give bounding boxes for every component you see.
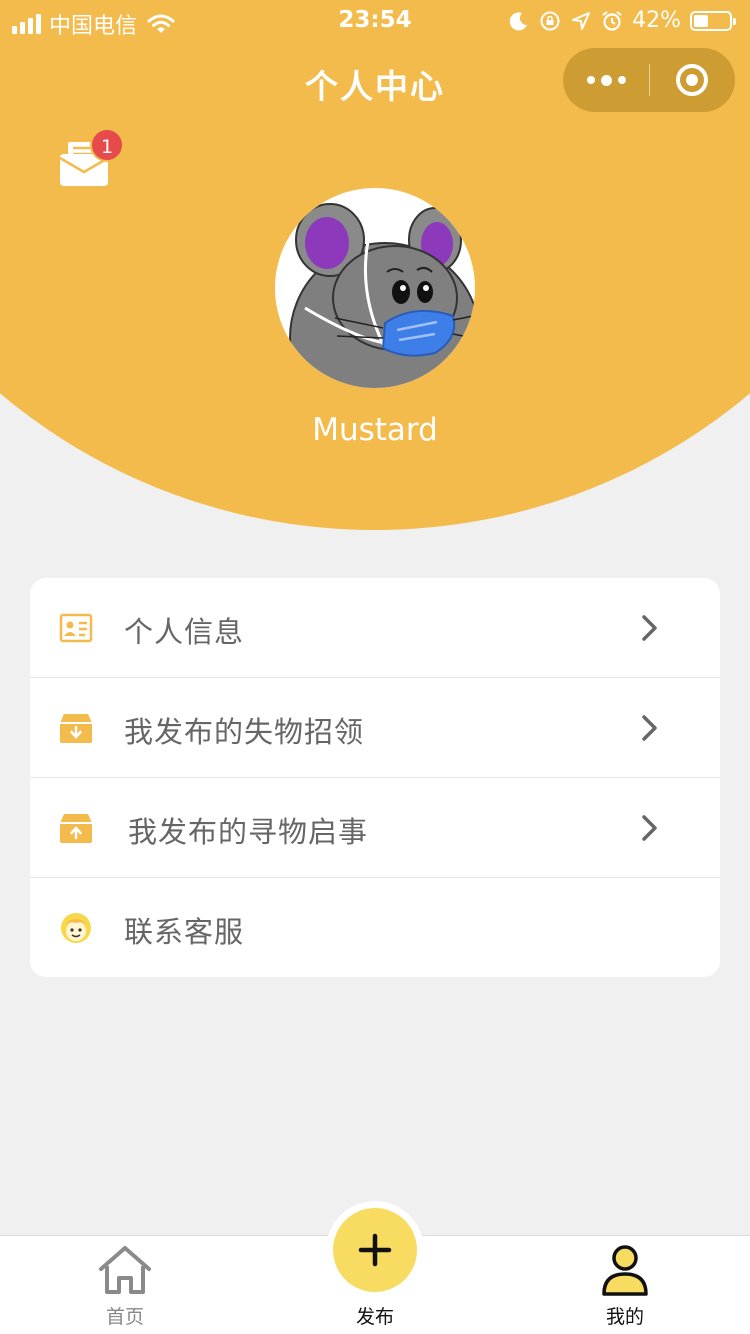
customer-service-icon <box>61 913 91 943</box>
id-card-icon <box>59 613 93 643</box>
menu-item-label: 个人信息 <box>124 615 245 649</box>
menu-item-my-lost-posts[interactable]: 我发布的寻物启事 <box>30 778 720 878</box>
mini-program-capsule <box>563 48 735 112</box>
battery-icon <box>690 10 736 31</box>
menu-item-label: 我发布的失物招领 <box>124 715 365 749</box>
tab-mine[interactable]: 我的 <box>500 1236 750 1334</box>
more-icon[interactable] <box>563 48 649 112</box>
box-download-icon <box>60 714 92 743</box>
username: Mustard <box>312 412 438 448</box>
tab-home[interactable]: 首页 <box>0 1236 250 1334</box>
plus-icon <box>358 1233 392 1267</box>
status-right: 42% <box>508 8 736 33</box>
battery-percent: 42% <box>632 8 681 33</box>
box-upload-icon <box>60 814 92 843</box>
tab-bar: 首页 发布 我的 <box>0 1201 750 1334</box>
rotation-lock-icon <box>540 11 560 30</box>
location-icon <box>572 11 591 30</box>
status-bar: 中国电信 23:54 42% <box>0 0 750 40</box>
chevron-right-icon <box>642 615 657 641</box>
user-icon <box>602 1245 648 1296</box>
tab-home-label: 首页 <box>105 1306 144 1328</box>
tab-post-label: 发布 <box>355 1306 394 1328</box>
avatar[interactable] <box>275 188 475 388</box>
alarm-icon <box>602 10 622 31</box>
capsule-divider <box>649 64 650 96</box>
close-target-icon[interactable] <box>676 64 708 96</box>
tab-post[interactable]: 发布 <box>250 1201 500 1334</box>
menu-list: 个人信息 我发布的失物招领 我发布的寻物启事 联系客服 <box>30 578 720 977</box>
tab-mine-label: 我的 <box>605 1306 644 1328</box>
menu-item-profile-info[interactable]: 个人信息 <box>30 578 720 678</box>
mouse-avatar-icon <box>289 203 475 388</box>
profile-header: 中国电信 23:54 42% 个人中心 1 Mustard <box>0 0 750 530</box>
menu-item-label: 联系客服 <box>124 915 245 949</box>
moon-icon <box>509 11 528 30</box>
post-button[interactable] <box>333 1208 417 1292</box>
chevron-right-icon <box>642 715 657 741</box>
message-badge: 1 <box>90 128 124 162</box>
menu-item-my-found-posts[interactable]: 我发布的失物招领 <box>30 678 720 778</box>
home-icon <box>99 1246 151 1294</box>
chevron-right-icon <box>642 815 657 841</box>
menu-item-customer-service[interactable]: 联系客服 <box>30 878 720 977</box>
menu-item-label: 我发布的寻物启事 <box>128 815 369 849</box>
battery-fill <box>694 14 709 27</box>
